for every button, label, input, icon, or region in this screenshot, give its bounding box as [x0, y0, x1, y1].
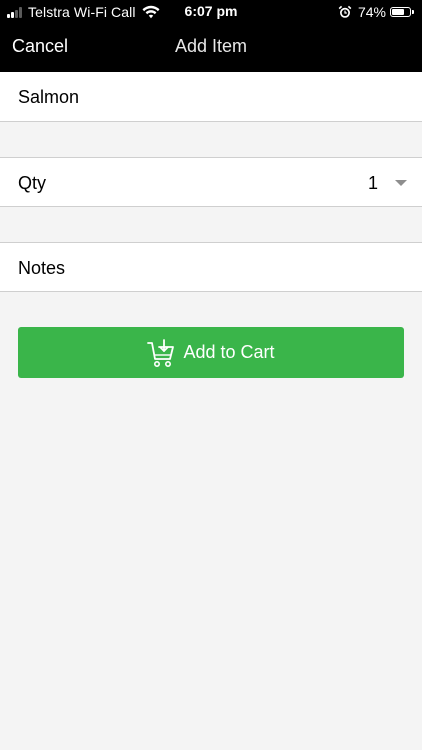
qty-selector[interactable]: Qty 1 [0, 157, 422, 207]
cart-icon [147, 338, 175, 367]
qty-value: 1 [367, 173, 378, 193]
page-title: Add Item [174, 36, 248, 56]
battery-cap [412, 10, 414, 14]
status-bar: Telstra Wi-Fi Call 6:07 pm 74% [0, 0, 422, 24]
qty-label: Qty [18, 173, 47, 193]
battery-percent: 74% [357, 4, 386, 20]
add-to-cart-label: Add to Cart [183, 342, 275, 362]
notes-label: Notes [18, 258, 66, 278]
item-name-row: Salmon [0, 72, 422, 122]
battery-level [392, 9, 405, 15]
item-name: Salmon [18, 87, 80, 107]
chevron-down-icon [395, 180, 407, 186]
notes-field[interactable]: Notes [0, 242, 422, 292]
battery-icon [390, 7, 411, 17]
add-item-screen: Telstra Wi-Fi Call 6:07 pm 74% Cancel Ad… [0, 0, 422, 750]
status-right: 74% [338, 3, 414, 21]
navigation-bar: Cancel Add Item [0, 24, 422, 72]
add-to-cart-button[interactable]: Add to Cart [18, 327, 404, 378]
alarm-icon [338, 5, 352, 18]
